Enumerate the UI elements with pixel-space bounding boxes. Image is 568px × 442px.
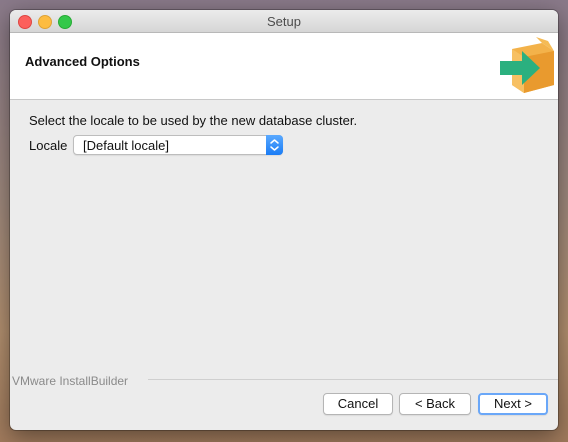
locale-description: Select the locale to be used by the new … (29, 113, 358, 128)
installer-box-arrow-icon (500, 37, 554, 93)
page-title: Advanced Options (25, 54, 140, 69)
footer-divider (148, 379, 558, 380)
installer-brand: VMware InstallBuilder (12, 374, 129, 388)
next-button[interactable]: Next > (478, 393, 548, 415)
page-header: Advanced Options (10, 33, 558, 100)
setup-window: Setup Advanced Options Select the locale… (10, 10, 558, 430)
locale-label: Locale (29, 138, 68, 153)
locale-select-value: [Default locale] (83, 138, 169, 153)
back-button[interactable]: < Back (399, 393, 471, 415)
title-bar: Setup (10, 10, 558, 33)
cancel-button[interactable]: Cancel (323, 393, 393, 415)
select-stepper-icon (266, 135, 283, 155)
window-title: Setup (267, 14, 301, 29)
locale-select[interactable]: [Default locale] (73, 135, 283, 155)
